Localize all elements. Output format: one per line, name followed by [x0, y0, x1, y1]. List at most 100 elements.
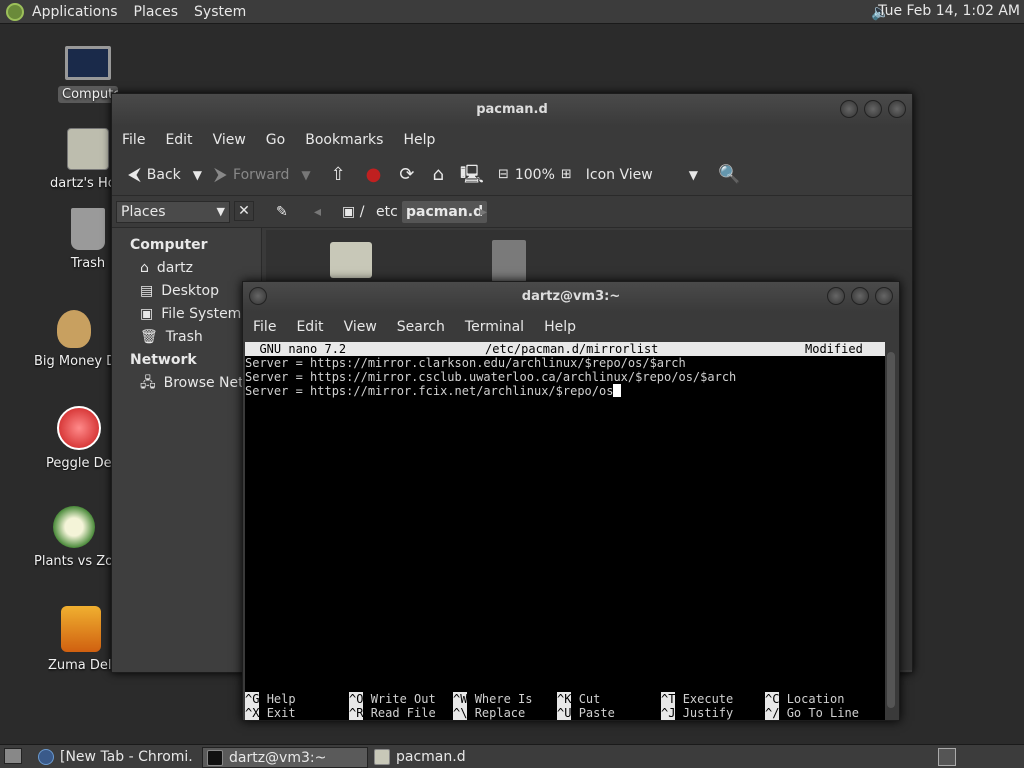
taskbar-item-label: [New Tab - Chromi...: [60, 749, 194, 765]
zoom-out-icon[interactable]: ⊟: [498, 165, 509, 185]
menu-file[interactable]: File: [112, 132, 155, 148]
workspace-switcher[interactable]: [938, 748, 956, 766]
bottom-panel: [New Tab - Chromi... dartz@vm3:~ pacman.…: [0, 744, 1024, 768]
minimize-button[interactable]: [840, 100, 858, 118]
sidebar-header-network: Network: [130, 352, 197, 368]
chromium-icon: [38, 749, 54, 765]
clock[interactable]: Tue Feb 14, 1:02 AM: [878, 3, 1020, 19]
computer-icon[interactable]: 🖳: [460, 164, 484, 185]
minimize-button[interactable]: [827, 287, 845, 305]
editor-line: Server = https://mirror.csclub.uwaterloo…: [245, 370, 737, 384]
applications-menu[interactable]: Applications: [24, 4, 126, 20]
menu-edit[interactable]: Edit: [155, 132, 202, 148]
menu-bookmarks[interactable]: Bookmarks: [295, 132, 393, 148]
terminal-scrollbar[interactable]: [885, 342, 897, 720]
sidebar-item-desktop[interactable]: ▤ Desktop: [112, 280, 261, 303]
sidebar-item-dartz[interactable]: ⌂ dartz: [112, 257, 261, 280]
breadcrumb-right-arrow-icon[interactable]: ▸: [476, 201, 491, 223]
menu-edit[interactable]: Edit: [286, 319, 333, 335]
menu-view[interactable]: View: [203, 132, 256, 148]
places-menu[interactable]: Places: [126, 4, 187, 20]
menu-view[interactable]: View: [334, 319, 387, 335]
shortcut-go-to-line: ^/ Go To Line: [765, 706, 859, 720]
show-desktop-icon[interactable]: [4, 748, 22, 764]
desktop-icon-label: Plants vs Zombies: [34, 554, 114, 569]
chevron-down-icon: ▼: [216, 205, 225, 218]
forward-button[interactable]: ⮞ Forward: [208, 164, 295, 185]
view-mode-select[interactable]: Icon View: [586, 167, 653, 183]
back-history-dropdown-icon[interactable]: ▼: [193, 165, 202, 185]
trash-icon: [71, 208, 105, 250]
sidebar-item-browse-network[interactable]: 🖧 Browse Net...: [112, 372, 261, 395]
menu-go[interactable]: Go: [256, 132, 295, 148]
view-mode-dropdown-icon[interactable]: ▼: [689, 165, 698, 185]
terminal-screen[interactable]: GNU nano 7.2 /etc/pacman.d/mirrorlist Mo…: [245, 342, 885, 720]
window-menu-button[interactable]: [249, 287, 267, 305]
breadcrumb-left-arrow-icon[interactable]: ◂: [310, 201, 325, 223]
sidebar-item-label: Trash: [165, 329, 203, 345]
menu-file[interactable]: File: [243, 319, 286, 335]
shortcut-exit: ^X Exit: [245, 706, 296, 720]
sidebar-item-trash[interactable]: 🗑 Trash: [112, 326, 261, 349]
window-title: pacman.d: [476, 102, 548, 117]
system-menu[interactable]: System: [186, 4, 254, 20]
breadcrumb-etc[interactable]: etc: [372, 201, 402, 223]
breadcrumb-root[interactable]: ▣ /: [338, 201, 368, 223]
money-bag-icon: [57, 310, 91, 348]
desktop-icon-big-money[interactable]: Big Money Deluxe: [34, 310, 114, 369]
distro-logo-icon[interactable]: [6, 2, 24, 21]
zoom-in-icon[interactable]: ⊞: [561, 165, 572, 185]
terminal-icon: [207, 750, 223, 766]
back-arrow-icon: ⮜: [128, 163, 141, 185]
places-dropdown[interactable]: Places ▼: [116, 201, 230, 223]
shortcut-replace: ^\ Replace: [453, 706, 526, 720]
home-icon: ⌂: [140, 260, 149, 276]
home-icon[interactable]: ⌂: [432, 164, 443, 185]
scrollbar-thumb[interactable]: [887, 352, 895, 708]
stop-icon[interactable]: ●: [366, 164, 382, 185]
maximize-button[interactable]: [864, 100, 882, 118]
close-sidebar-button[interactable]: ✕: [234, 201, 254, 221]
forward-label: Forward: [233, 166, 290, 183]
terminal-titlebar[interactable]: dartz@vm3:~: [243, 282, 899, 312]
up-arrow-icon[interactable]: ⇧: [331, 164, 346, 185]
search-icon[interactable]: 🔍: [718, 164, 740, 185]
sidebar-header-computer: Computer: [130, 237, 208, 253]
desktop-icon-zuma[interactable]: Zuma Deluxe: [48, 606, 114, 673]
location-bar: Places ▼ ✕ ✎ ◂ ▣ / etc pacman.d ▸: [112, 196, 912, 228]
file-icon[interactable]: [492, 240, 526, 282]
file-manager-titlebar[interactable]: pacman.d: [112, 94, 912, 126]
back-label: Back: [146, 166, 181, 183]
sidebar-item-file-system[interactable]: ▣ File System: [112, 303, 261, 326]
menu-help[interactable]: Help: [393, 132, 445, 148]
breadcrumb-pacman-d[interactable]: pacman.d: [402, 201, 488, 223]
places-sidebar: Computer ⌂ dartz ▤ Desktop ▣ File System 🗑 T…: [112, 228, 262, 672]
desktop-icon-peggle[interactable]: Peggle Deluxe: [44, 406, 114, 471]
text-cursor: [613, 384, 622, 397]
close-button[interactable]: [875, 287, 893, 305]
forward-history-dropdown-icon[interactable]: ▼: [301, 165, 310, 185]
back-button[interactable]: ⮜ Back: [122, 163, 187, 185]
close-button[interactable]: [888, 100, 906, 118]
zuma-icon: [61, 606, 101, 652]
terminal-window: dartz@vm3:~ File Edit View Search Termin…: [242, 281, 900, 721]
menu-help[interactable]: Help: [534, 319, 586, 335]
taskbar-item-terminal[interactable]: dartz@vm3:~: [202, 747, 368, 768]
desktop-icon-label: dartz's Home: [50, 176, 112, 191]
menu-terminal[interactable]: Terminal: [455, 319, 534, 335]
taskbar-item-pacman-d[interactable]: pacman.d: [370, 747, 520, 768]
reload-icon[interactable]: ⟳: [399, 164, 414, 185]
shortcut-location: ^C Location: [765, 692, 845, 706]
desktop-icon-plants[interactable]: Plants vs Zombies: [34, 506, 114, 569]
zoom-level: 100%: [514, 166, 555, 183]
taskbar-item-chromium[interactable]: [New Tab - Chromi...: [34, 747, 194, 768]
shortcut-where-is: ^W Where Is: [453, 692, 533, 706]
peggle-icon: [57, 406, 101, 450]
edit-location-icon[interactable]: ✎: [272, 201, 292, 223]
network-icon: 🖧: [140, 375, 156, 391]
maximize-button[interactable]: [851, 287, 869, 305]
menu-search[interactable]: Search: [387, 319, 455, 335]
desktop-icon: ▤: [140, 283, 154, 299]
desktop-icon-label: Zuma Deluxe: [48, 658, 114, 673]
folder-icon[interactable]: [330, 242, 372, 278]
